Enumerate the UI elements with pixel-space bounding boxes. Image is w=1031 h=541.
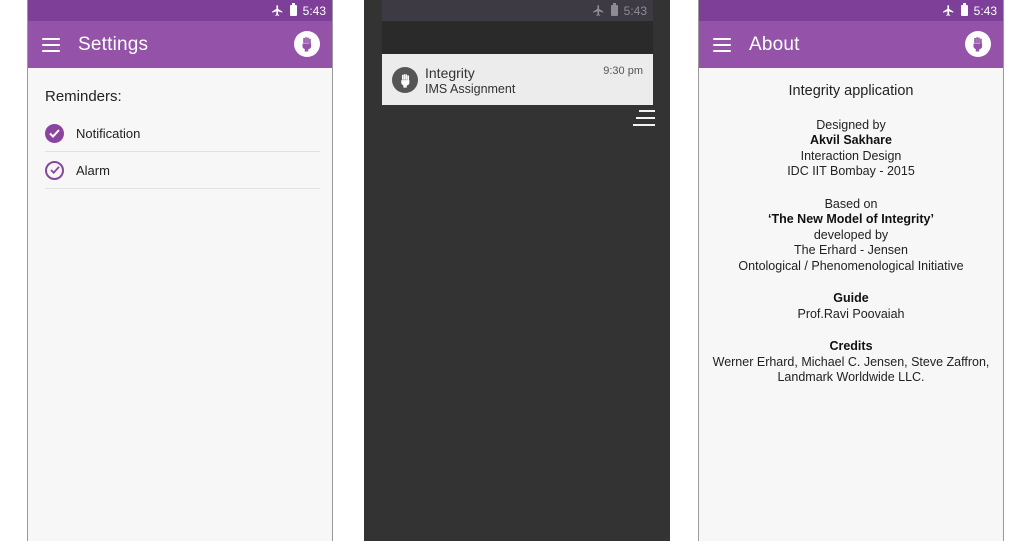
page-title: About xyxy=(749,33,800,55)
credits-block: Credits Werner Erhard, Michael C. Jensen… xyxy=(699,339,1003,386)
status-time: 5:43 xyxy=(302,3,326,18)
app-logo xyxy=(965,31,991,57)
discipline-text: Interaction Design xyxy=(800,148,902,163)
clear-all-icon[interactable] xyxy=(633,110,655,126)
notification-card[interactable]: Integrity IMS Assignment 9:30 pm xyxy=(382,54,653,105)
stage: 5:43 Settings Reminders: Notification Al… xyxy=(0,0,1031,541)
alarm-label: Alarm xyxy=(76,162,110,178)
raised-fist-icon xyxy=(302,37,312,52)
reminders-list: Notification Alarm xyxy=(45,115,320,189)
about-heading: Integrity application xyxy=(788,83,914,99)
notification-title: Integrity xyxy=(425,65,475,81)
battery-icon xyxy=(610,3,618,16)
based-on-label: Based on xyxy=(824,196,878,211)
status-time: 5:43 xyxy=(973,3,997,18)
credits-label: Credits xyxy=(829,339,873,353)
guide-label: Guide xyxy=(833,291,869,305)
app-bar: Settings xyxy=(28,21,332,68)
credits-line-2: Landmark Worldwide LLC. xyxy=(777,370,925,384)
airplane-mode-icon xyxy=(942,4,955,17)
raised-fist-icon xyxy=(973,37,983,52)
airplane-mode-icon xyxy=(271,4,284,17)
airplane-mode-icon xyxy=(592,4,605,17)
menu-icon[interactable] xyxy=(713,37,731,52)
alarm-preference[interactable]: Alarm xyxy=(45,152,320,189)
notification-label: Notification xyxy=(76,125,141,141)
institute-text: IDC IIT Bombay - 2015 xyxy=(787,164,915,178)
notification-shade-screen: 5:43 Integrity IMS Assignment 9:30 pm xyxy=(364,0,670,541)
menu-icon[interactable] xyxy=(42,37,60,52)
notification-text: IMS Assignment xyxy=(425,82,516,96)
about-screen: 5:43 About Integrity application Designe… xyxy=(698,0,1004,541)
developed-by-label: developed by xyxy=(813,227,889,242)
notification-preference[interactable]: Notification xyxy=(45,115,320,152)
raised-fist-icon xyxy=(400,73,409,88)
designer-name: Akvil Sakhare xyxy=(810,133,892,147)
notification-time: 9:30 pm xyxy=(603,65,643,77)
status-bar: 5:43 xyxy=(28,0,332,21)
initiative-text: Ontological / Phenomenological Initiativ… xyxy=(738,258,964,273)
guide-name: Prof.Ravi Poovaiah xyxy=(797,306,905,321)
battery-icon xyxy=(960,3,968,16)
checked-outline-icon[interactable] xyxy=(45,160,64,180)
model-name: ‘The New Model of Integrity’ xyxy=(768,212,934,226)
status-bar: 5:43 xyxy=(382,0,653,21)
battery-icon xyxy=(289,3,297,16)
settings-screen: 5:43 Settings Reminders: Notification Al… xyxy=(27,0,333,541)
credits-line-1: Werner Erhard, Michael C. Jensen, Steve … xyxy=(712,354,990,369)
status-bar: 5:43 xyxy=(699,0,1003,21)
checked-icon[interactable] xyxy=(45,123,64,143)
designer-block: Designed by Akvil Sakhare Interaction De… xyxy=(699,118,1003,180)
app-bar: About xyxy=(699,21,1003,68)
guide-block: Guide Prof.Ravi Poovaiah xyxy=(699,291,1003,322)
app-logo xyxy=(392,67,418,93)
shade-header xyxy=(382,21,653,54)
developers-text: The Erhard - Jensen xyxy=(794,243,908,257)
designed-by-label: Designed by xyxy=(816,117,886,132)
based-on-block: Based on ‘The New Model of Integrity’ de… xyxy=(699,197,1003,275)
about-content: Integrity application Designed by Akvil … xyxy=(699,83,1003,386)
notification-content: Integrity IMS Assignment xyxy=(425,65,603,96)
reminders-section-title: Reminders: xyxy=(45,88,122,105)
status-time: 5:43 xyxy=(623,3,647,18)
page-title: Settings xyxy=(78,33,149,55)
app-logo xyxy=(294,31,320,57)
